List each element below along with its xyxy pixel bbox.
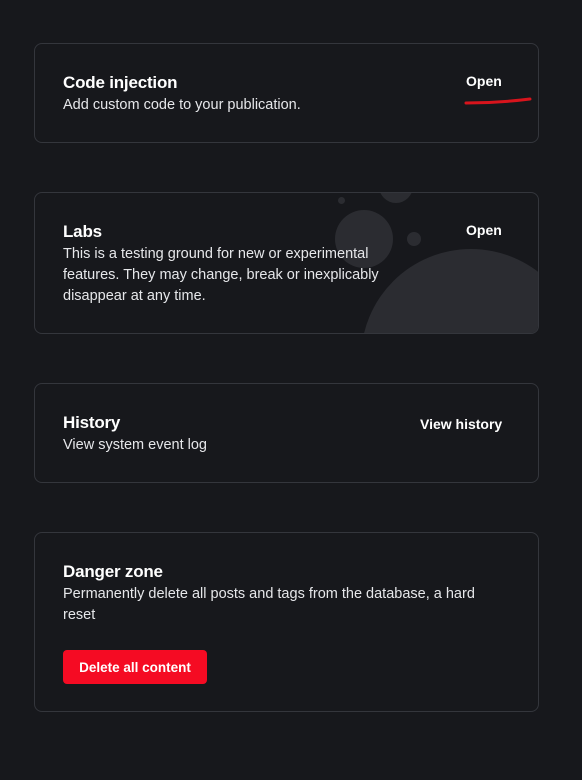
labs-title: Labs [63,222,102,241]
labs-description: This is a testing ground for new or expe… [63,246,379,304]
history-card: History View system event log View histo… [34,383,539,483]
decorative-tiny-bubble [338,197,345,204]
settings-page: Code injection Add custom code to your p… [0,0,582,780]
danger-zone-title: Danger zone [63,562,163,581]
labs-card: Labs This is a testing ground for new or… [34,192,539,334]
code-injection-card: Code injection Add custom code to your p… [34,43,539,143]
code-injection-open-button[interactable]: Open [466,73,502,89]
code-injection-description: Add custom code to your publication. [63,97,301,113]
code-injection-title: Code injection [63,73,178,92]
decorative-small-bubble [407,232,421,246]
delete-all-content-button[interactable]: Delete all content [63,650,207,684]
danger-zone-description: Permanently delete all posts and tags fr… [63,586,475,623]
labs-open-button[interactable]: Open [466,222,502,238]
decorative-top-bubble [379,193,413,203]
view-history-button[interactable]: View history [420,416,502,432]
history-description: View system event log [63,437,207,453]
danger-zone-card: Danger zone Permanently delete all posts… [34,532,539,712]
history-title: History [63,413,121,432]
